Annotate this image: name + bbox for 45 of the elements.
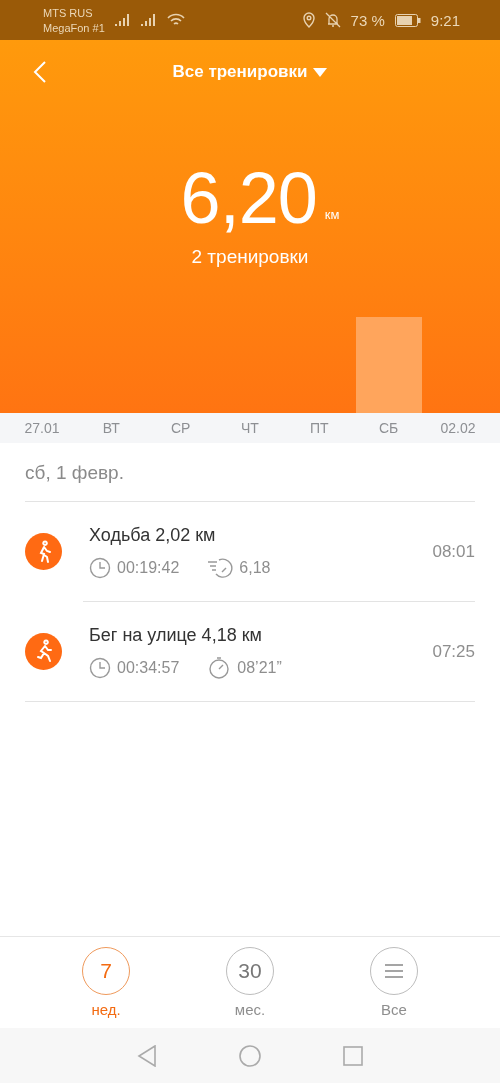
clock-icon [89,556,111,579]
menu-icon [385,964,403,978]
workout-row[interactable]: Бег на улице 4,18 км 00:34:57 08’21” 07:25 [25,602,475,701]
workout-time: 07:25 [432,641,475,662]
clock-icon [89,656,111,679]
period-tab[interactable]: 30 мес. [215,947,285,1028]
signal-icon [140,13,157,27]
speedometer-icon [207,556,234,579]
distance-unit: км [324,207,340,222]
total-distance: 6,20 [180,162,317,234]
workout-metric: 08’21” [237,658,282,677]
muted-bell-icon [324,12,341,28]
workout-time: 08:01 [432,541,475,562]
day-label: ВТ [101,420,121,436]
battery-percent: 73 % [350,11,385,29]
day-label: 27.01 [23,420,61,436]
day-label: ПТ [309,420,330,436]
workout-metric: 6,18 [239,558,271,577]
workout-title: Ходьба 2,02 км [89,524,217,546]
workout-duration: 00:19:42 [117,558,180,577]
back-nav-icon[interactable] [137,1044,157,1067]
day-label: ЧТ [240,420,260,436]
day-label: 02.02 [439,420,477,436]
day-label: СБ [378,420,400,436]
caret-icon [313,67,328,77]
workout-count: 2 тренировки [191,246,309,268]
home-nav-icon[interactable] [239,1044,261,1067]
location-icon [302,12,315,28]
signal-icon [114,13,131,27]
clock-time: 9:21 [430,11,460,29]
period-tab[interactable]: 7 нед. [71,947,141,1028]
battery-icon [394,13,421,27]
carrier-name: MTS RUS [43,6,94,19]
workout-row[interactable]: Ходьба 2,02 км 00:19:42 6,18 08:01 [25,502,475,601]
period-tab[interactable]: Все [359,947,429,1028]
day-label: СР [169,420,192,436]
recents-nav-icon[interactable] [343,1045,363,1066]
running-icon [25,633,62,670]
wifi-icon [166,13,185,27]
stopwatch-icon [207,656,232,679]
workout-title: Бег на улице 4,18 км [89,624,263,646]
date-heading: сб, 1 февр. [25,462,124,483]
workout-duration: 00:34:57 [117,658,180,677]
walking-icon [25,533,62,570]
carrier-name: MegaFon #1 [43,21,105,34]
